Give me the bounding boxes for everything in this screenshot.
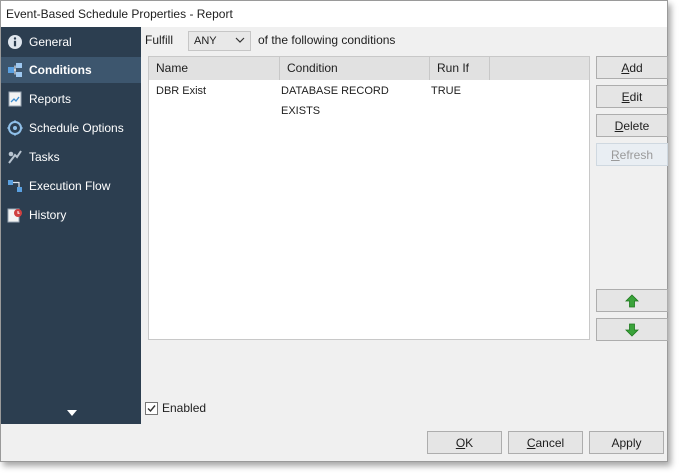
refresh-button[interactable]: Refresh bbox=[596, 143, 668, 166]
sidebar: General Conditions Reports Schedule Opti… bbox=[1, 27, 141, 424]
ok-label: K bbox=[465, 435, 474, 450]
edit-button[interactable]: Edit bbox=[596, 85, 668, 108]
fulfill-label: Fulfill bbox=[145, 33, 174, 47]
down-arrow-icon[interactable] bbox=[67, 410, 77, 416]
refresh-access-key: R bbox=[610, 147, 620, 162]
enabled-checkbox-row[interactable]: Enabled bbox=[145, 401, 206, 415]
chevron-down-icon bbox=[235, 37, 245, 43]
execution-flow-icon bbox=[7, 178, 23, 194]
tasks-icon bbox=[7, 149, 23, 165]
sidebar-item-history[interactable]: History bbox=[1, 202, 141, 228]
column-header-condition[interactable]: Condition bbox=[280, 57, 430, 80]
sidebar-item-label: Tasks bbox=[29, 150, 60, 164]
conditions-panel: Fulfill ANY of the following conditions … bbox=[141, 27, 668, 424]
delete-access-key: D bbox=[614, 118, 624, 133]
dialog-footer: OK Cancel Apply bbox=[141, 424, 667, 461]
move-up-button[interactable] bbox=[596, 289, 668, 312]
cancel-label: ancel bbox=[535, 435, 565, 450]
edit-access-key: E bbox=[621, 89, 630, 104]
sidebar-item-label: Conditions bbox=[29, 63, 92, 77]
ok-button[interactable]: OK bbox=[427, 431, 502, 454]
fulfill-suffix: of the following conditions bbox=[258, 33, 396, 47]
enabled-checkbox[interactable] bbox=[145, 401, 158, 415]
refresh-label: efresh bbox=[619, 147, 654, 162]
delete-button[interactable]: Delete bbox=[596, 114, 668, 137]
down-arrow-icon bbox=[625, 323, 639, 337]
checkmark-icon bbox=[147, 404, 156, 412]
edit-label: dit bbox=[629, 89, 643, 104]
conditions-icon bbox=[7, 62, 23, 78]
sidebar-item-reports[interactable]: Reports bbox=[1, 86, 141, 112]
table-row[interactable]: DBR Exist DATABASE RECORD EXISTS TRUE bbox=[149, 81, 589, 117]
sidebar-item-execution-flow[interactable]: Execution Flow bbox=[1, 173, 141, 199]
cell-run-if: TRUE bbox=[431, 85, 461, 97]
ok-access-key: O bbox=[455, 435, 466, 450]
cell-condition: DATABASE RECORD EXISTS bbox=[281, 85, 389, 117]
window-title: Event-Based Schedule Properties - Report bbox=[1, 1, 667, 27]
cancel-button[interactable]: Cancel bbox=[508, 431, 583, 454]
sidebar-item-conditions[interactable]: Conditions bbox=[1, 57, 141, 83]
sidebar-item-label: Execution Flow bbox=[29, 179, 111, 193]
cell-name: DBR Exist bbox=[156, 85, 207, 97]
up-arrow-icon bbox=[625, 293, 639, 307]
sidebar-item-tasks[interactable]: Tasks bbox=[1, 144, 141, 170]
info-icon bbox=[7, 34, 23, 50]
add-access-key: A bbox=[621, 60, 630, 75]
schedule-options-icon bbox=[7, 120, 23, 136]
reports-icon bbox=[7, 91, 23, 107]
conditions-list[interactable]: Name Condition Run If DBR Exist DATABASE… bbox=[148, 56, 590, 340]
enabled-label: Enabled bbox=[162, 401, 207, 415]
fulfill-select[interactable]: ANY bbox=[188, 31, 251, 51]
add-label: dd bbox=[629, 60, 643, 75]
add-button[interactable]: Add bbox=[596, 56, 668, 79]
sidebar-item-label: General bbox=[29, 35, 72, 49]
sidebar-item-label: Schedule Options bbox=[29, 121, 124, 135]
sidebar-item-label: Reports bbox=[29, 92, 72, 106]
history-icon bbox=[7, 207, 23, 223]
fulfill-selected-value: ANY bbox=[194, 35, 217, 47]
sidebar-item-schedule-options[interactable]: Schedule Options bbox=[1, 115, 141, 141]
list-header: Name Condition Run If bbox=[149, 57, 589, 80]
apply-button[interactable]: Apply bbox=[589, 431, 664, 454]
column-header-name[interactable]: Name bbox=[149, 57, 280, 80]
properties-window: Event-Based Schedule Properties - Report… bbox=[0, 0, 668, 462]
cancel-access-key: C bbox=[526, 435, 536, 450]
delete-label: elete bbox=[623, 118, 650, 133]
move-down-button[interactable] bbox=[596, 318, 668, 341]
sidebar-item-general[interactable]: General bbox=[1, 29, 141, 55]
column-header-run-if[interactable]: Run If bbox=[430, 57, 490, 80]
sidebar-item-label: History bbox=[29, 208, 67, 222]
